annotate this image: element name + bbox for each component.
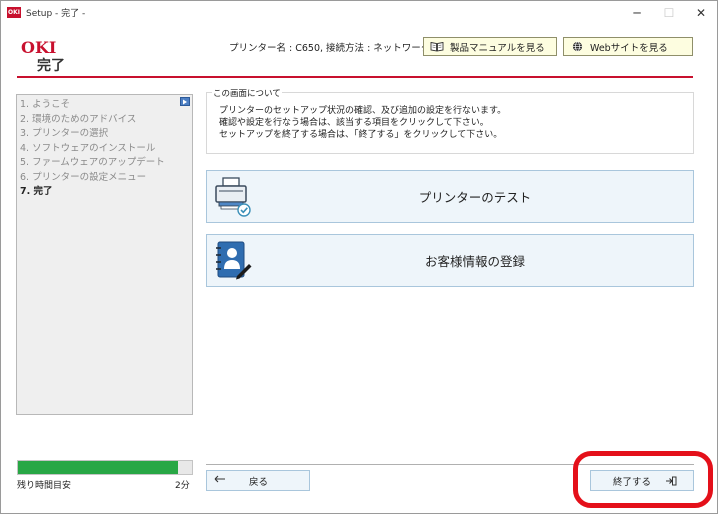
printer-test-label: プリンターのテスト — [418, 190, 532, 205]
maximize-button: ☐ — [663, 5, 675, 20]
step-item-environment-advice: 2. 環境のためのアドバイス — [20, 113, 137, 125]
arrow-left-icon — [214, 475, 228, 486]
step-list: 1. ようこそ 2. 環境のためのアドバイス 3. プリンターの選択 4. ソフ… — [17, 95, 192, 200]
printer-check-icon — [213, 175, 253, 219]
step-item-printer-selection: 3. プリンターの選択 — [20, 128, 109, 139]
info-line: セットアップを終了する場合は、「終了する」をクリックして下さい。 — [219, 130, 503, 140]
product-manual-label: 製品マニュアルを見る — [450, 42, 545, 54]
time-remaining-label: 残り時間目安 — [17, 481, 72, 491]
footer-divider — [206, 464, 694, 465]
step-item-printer-settings: 6. プリンターの設定メニュー — [20, 171, 147, 183]
setup-window: OKI Setup - 完了 - ─ ☐ ✕ OKI 完了 プリンター名 : C… — [0, 0, 718, 514]
step-item-firmware-update: 5. ファームウェアのアップデート — [20, 157, 165, 168]
customer-registration-button[interactable]: お客様情報の登録 — [206, 234, 694, 287]
window-controls: ─ ☐ ✕ — [621, 1, 717, 24]
exit-icon — [665, 476, 677, 486]
globe-icon — [570, 41, 584, 52]
setup-progress-fill — [18, 461, 179, 474]
user-registration-icon — [213, 239, 253, 283]
manual-book-icon — [430, 41, 444, 52]
panel-toggle-icon[interactable] — [180, 97, 190, 106]
website-button[interactable]: Webサイトを見る — [563, 37, 693, 56]
step-item-software-install: 4. ソフトウェアのインストール — [20, 142, 156, 154]
close-button[interactable]: ✕ — [685, 1, 717, 24]
title-bar: OKI Setup - 完了 - ─ ☐ ✕ — [1, 1, 717, 24]
step-item-welcome: 1. ようこそ — [20, 99, 71, 110]
app-logo-icon: OKI — [7, 7, 21, 18]
setup-progress-bar — [17, 460, 193, 475]
minimize-button[interactable]: ─ — [621, 1, 653, 24]
screen-info-box: この画面について プリンターのセットアップ状況の確認、及び追加の設定を行ないます… — [206, 87, 694, 154]
header: OKI 完了 プリンター名 : C650, 接続方法 : ネットワーク 製品マニ… — [1, 25, 717, 78]
product-manual-button[interactable]: 製品マニュアルを見る — [423, 37, 557, 56]
website-label: Webサイトを見る — [590, 42, 668, 54]
screen-info-legend: この画面について — [212, 87, 282, 99]
page-title: 完了 — [37, 58, 65, 74]
time-remaining-value: 2分 — [175, 481, 190, 491]
header-divider — [17, 76, 693, 78]
printer-test-button[interactable]: プリンターのテスト — [206, 170, 694, 223]
step-item-complete: 7. 完了 — [20, 186, 53, 197]
customer-registration-label: お客様情報の登録 — [424, 254, 525, 269]
finish-button[interactable]: 終了する — [590, 470, 694, 491]
finish-label: 終了する — [612, 476, 651, 488]
window-title: Setup - 完了 - — [26, 9, 86, 19]
back-button[interactable]: 戻る — [206, 470, 310, 491]
back-label: 戻る — [249, 476, 269, 488]
setup-steps-panel: 1. ようこそ 2. 環境のためのアドバイス 3. プリンターの選択 4. ソフ… — [16, 94, 193, 415]
printer-connection-info: プリンター名 : C650, 接続方法 : ネットワーク — [229, 43, 431, 54]
